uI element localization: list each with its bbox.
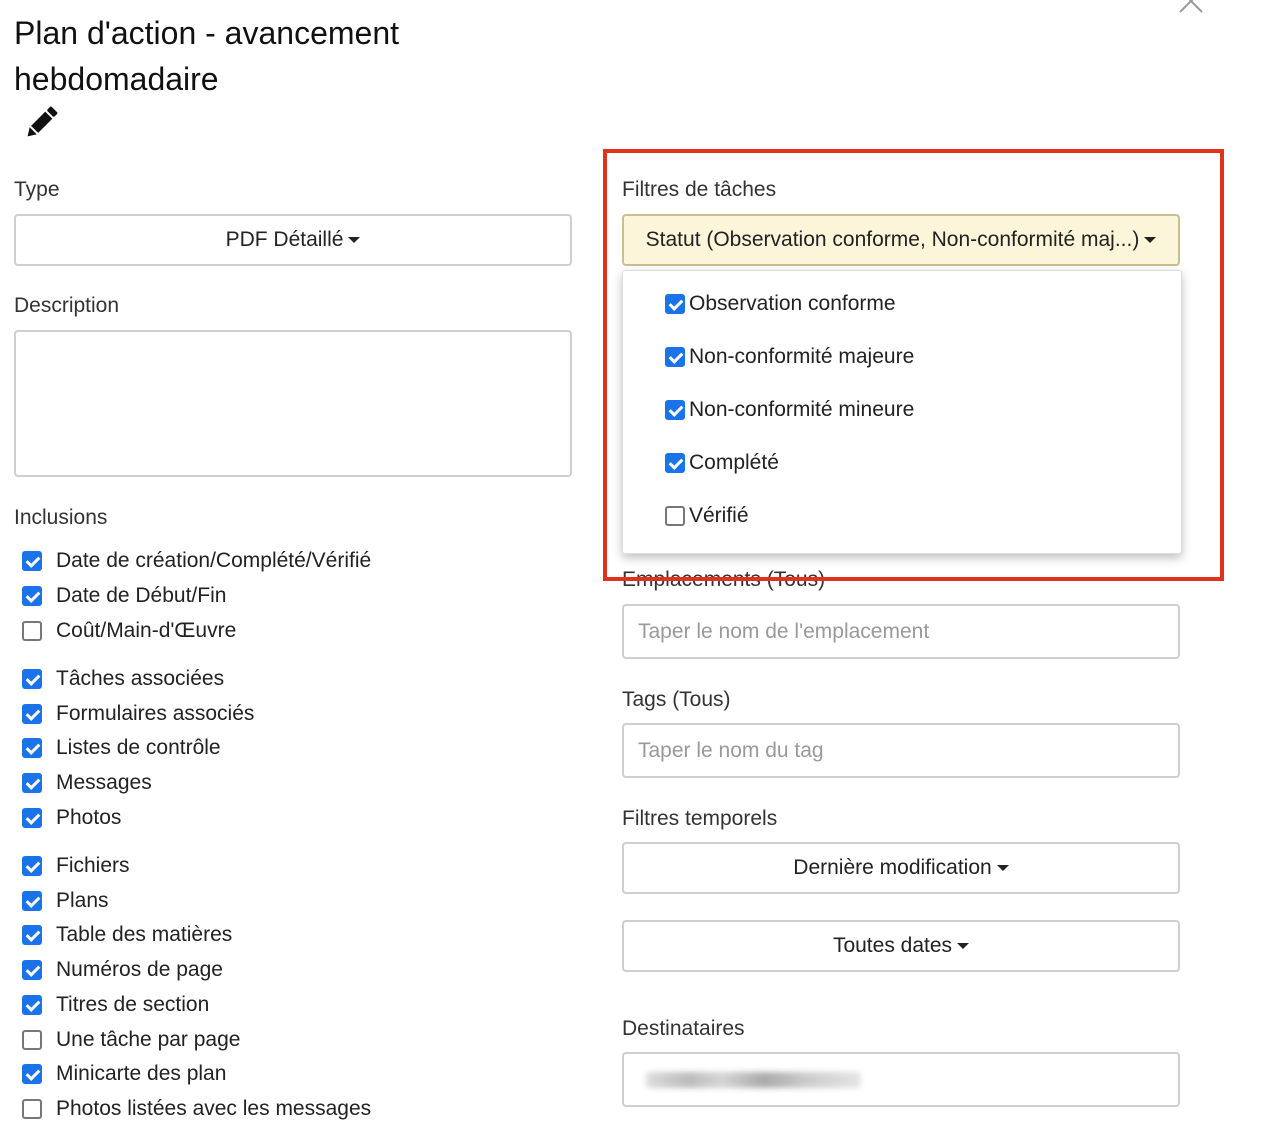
status-option-checkbox[interactable] — [665, 294, 685, 314]
locations-label: Emplacements (Tous) — [622, 568, 826, 591]
inclusion-item[interactable]: Photos — [22, 805, 121, 831]
inclusion-checkbox[interactable] — [22, 995, 42, 1015]
inclusion-label: Une tâche par page — [56, 1028, 241, 1051]
inclusion-checkbox[interactable] — [22, 891, 42, 911]
inclusion-item[interactable]: Fichiers — [22, 853, 130, 879]
status-option-label: Observation conforme — [689, 292, 896, 315]
tag-placeholder: Taper le nom du tag — [638, 738, 824, 762]
inclusion-item[interactable]: Table des matières — [22, 922, 232, 948]
status-option[interactable]: Vérifié — [665, 503, 749, 529]
inclusion-item[interactable]: Formulaires associés — [22, 701, 254, 727]
inclusion-checkbox[interactable] — [22, 1030, 42, 1050]
status-option-checkbox[interactable] — [665, 347, 685, 367]
status-option-label: Complété — [689, 451, 779, 474]
inclusion-label: Date de création/Complété/Vérifié — [56, 549, 372, 572]
inclusion-label: Minicarte des plan — [56, 1062, 227, 1085]
page-title: Plan d'action - avancement hebdomadaire — [14, 15, 399, 97]
location-search-input[interactable]: Taper le nom de l'emplacement — [622, 604, 1180, 659]
inclusion-item[interactable]: Une tâche par page — [22, 1027, 240, 1053]
inclusion-item[interactable]: Plans — [22, 888, 109, 914]
status-option[interactable]: Observation conforme — [665, 291, 896, 317]
inclusion-checkbox[interactable] — [22, 925, 42, 945]
inclusion-checkbox[interactable] — [22, 1099, 42, 1119]
inclusion-item[interactable]: Numéros de page — [22, 957, 223, 983]
inclusion-item[interactable]: Listes de contrôle — [22, 735, 221, 761]
status-filter-value: Statut (Observation conforme, Non-confor… — [645, 228, 1140, 251]
type-value: PDF Détaillé — [225, 228, 344, 251]
inclusion-checkbox[interactable] — [22, 669, 42, 689]
inclusion-label: Tâches associées — [56, 667, 225, 690]
dates-dropdown[interactable]: Toutes dates — [622, 920, 1180, 972]
inclusion-label: Fichiers — [56, 854, 130, 877]
caret-down-icon — [957, 943, 970, 949]
dates-value: Toutes dates — [832, 934, 953, 957]
status-option-label: Non-conformité mineure — [689, 398, 915, 421]
redacted-recipient — [646, 1072, 861, 1088]
status-option-checkbox[interactable] — [665, 400, 685, 420]
inclusion-checkbox[interactable] — [22, 738, 42, 758]
inclusion-item[interactable]: Messages — [22, 770, 152, 796]
inclusion-item[interactable]: Tâches associées — [22, 666, 224, 692]
status-option-label: Vérifié — [689, 504, 749, 527]
modified-dropdown[interactable]: Dernière modification — [622, 842, 1180, 894]
inclusion-label: Plans — [56, 889, 109, 912]
description-label: Description — [14, 294, 120, 317]
status-option-checkbox[interactable] — [665, 453, 685, 473]
inclusion-checkbox[interactable] — [22, 1064, 42, 1084]
bottom-fade — [0, 1136, 1230, 1144]
inclusion-label: Table des matières — [56, 923, 233, 946]
type-label: Type — [14, 178, 60, 201]
caret-down-icon — [1144, 237, 1157, 243]
description-field[interactable] — [14, 330, 572, 477]
caret-down-icon — [996, 865, 1009, 871]
inclusion-label: Formulaires associés — [56, 702, 255, 725]
inclusion-item[interactable]: Titres de section — [22, 992, 209, 1018]
inclusion-label: Messages — [56, 771, 152, 794]
recipients-field[interactable] — [622, 1052, 1180, 1107]
inclusion-item[interactable]: Date de Début/Fin — [22, 583, 226, 609]
inclusion-checkbox[interactable] — [22, 586, 42, 606]
status-dropdown-menu: Observation conforme Non-conformité majeu… — [622, 270, 1182, 554]
inclusion-checkbox[interactable] — [22, 621, 42, 641]
inclusion-label: Numéros de page — [56, 958, 223, 981]
location-placeholder: Taper le nom de l'emplacement — [638, 619, 930, 643]
status-option[interactable]: Non-conformité majeure — [665, 344, 914, 370]
status-option[interactable]: Non-conformité mineure — [665, 397, 914, 423]
inclusion-item[interactable]: Minicarte des plan — [22, 1061, 226, 1087]
status-option-checkbox[interactable] — [665, 506, 685, 526]
inclusion-checkbox[interactable] — [22, 551, 42, 571]
inclusion-checkbox[interactable] — [22, 704, 42, 724]
inclusion-label: Coût/Main-d'Œuvre — [56, 619, 237, 642]
close-icon[interactable] — [1178, 0, 1204, 14]
status-option-label: Non-conformité majeure — [689, 345, 915, 368]
type-dropdown[interactable]: PDF Détaillé — [14, 214, 572, 266]
inclusion-item[interactable]: Photos listées avec les messages — [22, 1096, 371, 1122]
inclusions-label: Inclusions — [14, 506, 108, 529]
inclusion-label: Photos listées avec les messages — [56, 1097, 372, 1120]
inclusion-checkbox[interactable] — [22, 808, 42, 828]
inclusion-label: Listes de contrôle — [56, 736, 221, 759]
recipients-label: Destinataires — [622, 1017, 745, 1040]
time-filters-label: Filtres temporels — [622, 807, 778, 830]
modified-value: Dernière modification — [793, 856, 992, 879]
status-filter-button[interactable]: Statut (Observation conforme, Non-confor… — [622, 214, 1180, 266]
tags-label: Tags (Tous) — [622, 688, 731, 711]
pencil-icon[interactable] — [22, 104, 60, 142]
caret-down-icon — [348, 237, 361, 243]
inclusion-label: Titres de section — [56, 993, 210, 1016]
inclusion-item[interactable]: Date de création/Complété/Vérifié — [22, 548, 371, 574]
tag-search-input[interactable]: Taper le nom du tag — [622, 723, 1180, 778]
inclusion-label: Photos — [56, 806, 122, 829]
inclusion-checkbox[interactable] — [22, 856, 42, 876]
status-option[interactable]: Complété — [665, 450, 779, 476]
inclusion-checkbox[interactable] — [22, 960, 42, 980]
inclusion-checkbox[interactable] — [22, 773, 42, 793]
inclusion-item[interactable]: Coût/Main-d'Œuvre — [22, 618, 236, 644]
inclusion-label: Date de Début/Fin — [56, 584, 227, 607]
task-filters-label: Filtres de tâches — [622, 178, 777, 201]
